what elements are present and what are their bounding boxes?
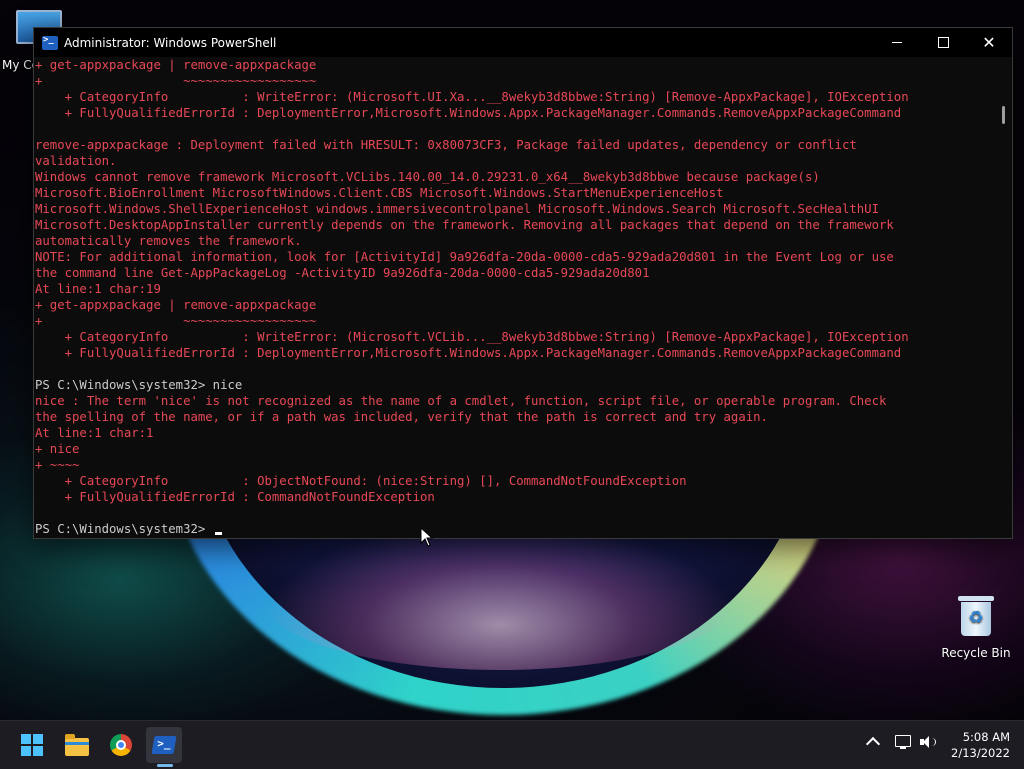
scrollbar-thumb[interactable] xyxy=(1002,106,1005,124)
console-line: At line:1 char:1 xyxy=(35,426,154,440)
wallpaper-orb-highlight xyxy=(260,520,740,670)
console-line: + CategoryInfo : WriteError: (Microsoft.… xyxy=(35,330,909,344)
console-line: PS C:\Windows\system32> nice xyxy=(35,378,243,392)
console-line: the command line Get-AppPackageLog -Acti… xyxy=(35,266,650,280)
console-line: + get-appxpackage | remove-appxpackage xyxy=(35,298,317,312)
console-line: + nice xyxy=(35,442,80,456)
console-line: + CategoryInfo : ObjectNotFound: (nice:S… xyxy=(35,474,687,488)
window-titlebar[interactable]: Administrator: Windows PowerShell ✕ xyxy=(34,28,1012,57)
close-button[interactable]: ✕ xyxy=(966,28,1012,57)
clock-date: 2/13/2022 xyxy=(951,746,1010,760)
taskbar-clock[interactable]: 5:08 AM 2/13/2022 xyxy=(940,729,1010,761)
taskbar-file-explorer[interactable] xyxy=(59,727,95,763)
show-hidden-icons-button[interactable] xyxy=(865,733,881,752)
console-line: + get-appxpackage | remove-appxpackage xyxy=(35,58,317,72)
console-prompt: PS C:\Windows\system32> xyxy=(35,522,213,536)
recycle-bin-icon: ♻ xyxy=(958,596,994,636)
console-line: automatically removes the framework. xyxy=(35,234,302,248)
taskbar: 5:08 AM 2/13/2022 xyxy=(0,720,1024,769)
minimize-icon xyxy=(892,42,902,43)
close-icon: ✕ xyxy=(982,32,996,52)
console-line: NOTE: For additional information, look f… xyxy=(35,250,894,264)
powershell-icon[interactable] xyxy=(42,35,58,50)
console-line: the spelling of the name, or if a path w… xyxy=(35,410,768,424)
console-scrollbar[interactable] xyxy=(995,57,1012,538)
powershell-window[interactable]: Administrator: Windows PowerShell ✕ + ge… xyxy=(33,27,1013,539)
powershell-icon xyxy=(151,736,177,754)
network-button[interactable] xyxy=(895,735,911,749)
console-line: + CategoryInfo : WriteError: (Microsoft.… xyxy=(35,90,909,104)
taskbar-chrome[interactable] xyxy=(103,727,139,763)
start-button[interactable] xyxy=(14,727,50,763)
console-line: validation. xyxy=(35,154,117,168)
console-line: + ~~~~ xyxy=(35,458,80,472)
console-line: remove-appxpackage : Deployment failed w… xyxy=(35,138,857,152)
desktop-icon-recycle-bin[interactable]: ♻ Recycle Bin xyxy=(938,596,1014,660)
console-line: + FullyQualifiedErrorId : DeploymentErro… xyxy=(35,106,902,120)
minimize-button[interactable] xyxy=(874,28,920,57)
clock-time: 5:08 AM xyxy=(962,730,1010,744)
console-line: At line:1 char:19 xyxy=(35,282,161,296)
console-line: Microsoft.Windows.ShellExperienceHost wi… xyxy=(35,202,879,216)
console-line: Microsoft.DesktopAppInstaller currently … xyxy=(35,218,894,232)
maximize-button[interactable] xyxy=(920,28,966,57)
window-title: Administrator: Windows PowerShell xyxy=(64,35,277,50)
console-output[interactable]: + get-appxpackage | remove-appxpackage + … xyxy=(34,57,995,538)
console-line: + ~~~~~~~~~~~~~~~~~~ xyxy=(35,314,317,328)
active-app-indicator xyxy=(157,764,173,767)
console-line: nice : The term 'nice' is not recognized… xyxy=(35,394,887,408)
windows-logo-icon xyxy=(21,734,43,756)
chevron-up-icon xyxy=(865,736,881,752)
maximize-icon xyxy=(937,37,949,48)
console-line: Microsoft.BioEnrollment MicrosoftWindows… xyxy=(35,186,724,200)
console-line: Windows cannot remove framework Microsof… xyxy=(35,170,820,184)
folder-icon xyxy=(65,733,89,756)
volume-button[interactable] xyxy=(920,735,936,749)
taskbar-powershell[interactable] xyxy=(146,727,182,763)
console-line: + FullyQualifiedErrorId : DeploymentErro… xyxy=(35,346,902,360)
network-icon xyxy=(895,735,911,749)
volume-icon xyxy=(920,735,936,749)
chrome-icon xyxy=(110,734,132,756)
text-cursor xyxy=(214,532,222,535)
desktop-icon-label: Recycle Bin xyxy=(941,646,1011,660)
console-prompt-line[interactable]: PS C:\Windows\system32> xyxy=(35,521,995,537)
console-line: + ~~~~~~~~~~~~~~~~~~ xyxy=(35,74,317,88)
console-line: + FullyQualifiedErrorId : CommandNotFoun… xyxy=(35,490,435,504)
